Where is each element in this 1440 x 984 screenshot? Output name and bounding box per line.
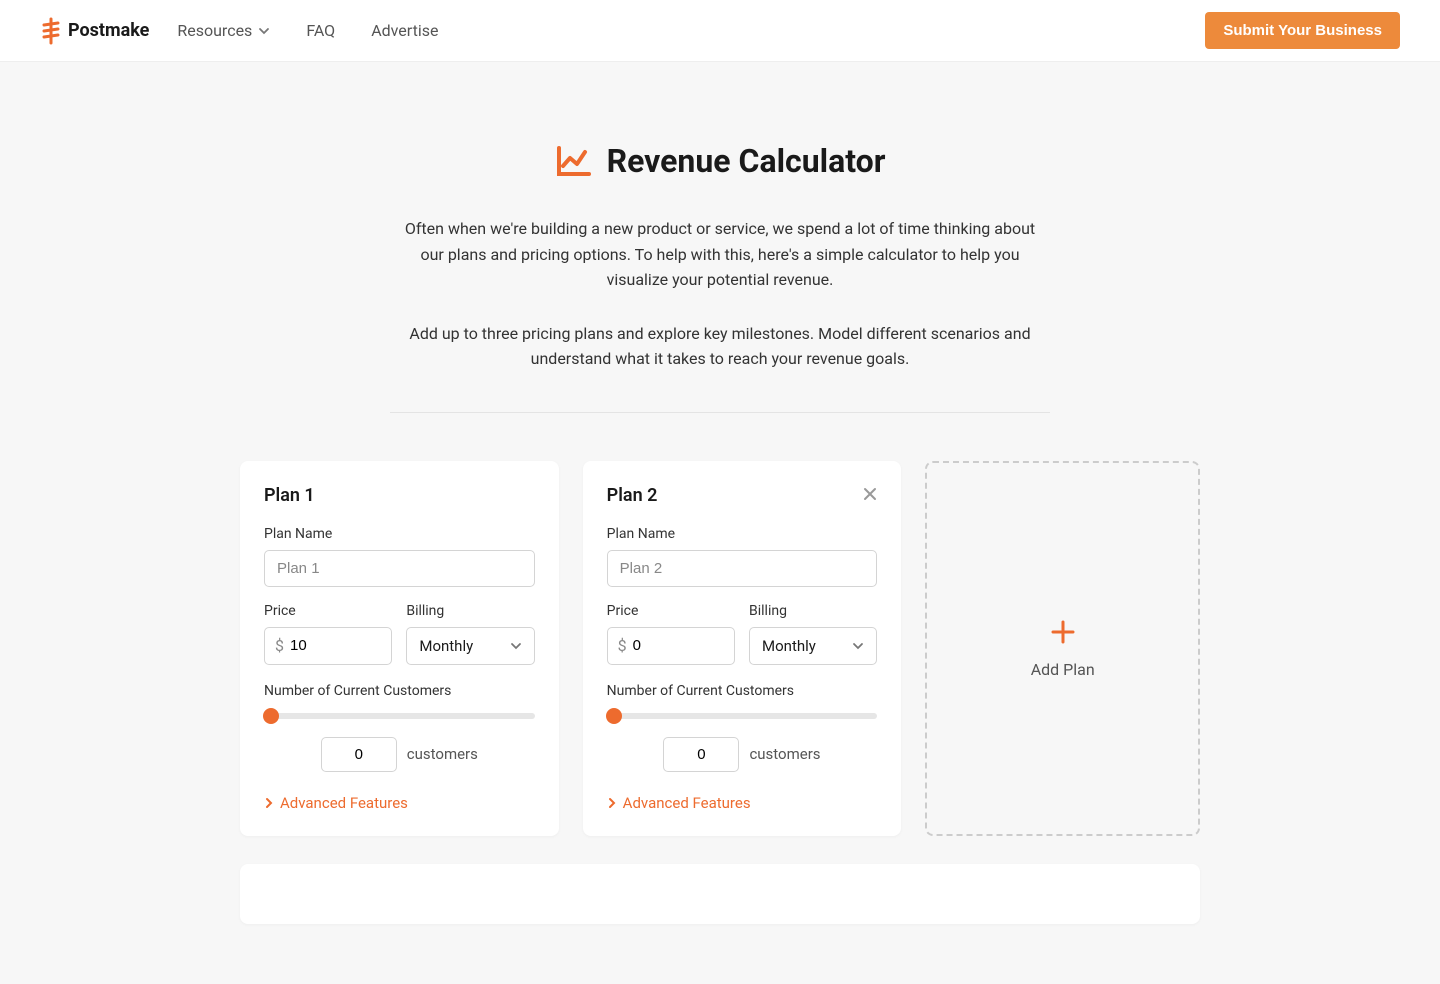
nav: Resources FAQ Advertise (177, 21, 438, 40)
currency-symbol: $ (275, 636, 284, 655)
nav-advertise[interactable]: Advertise (371, 21, 438, 40)
billing-label: Billing (749, 603, 877, 619)
customers-suffix: customers (749, 745, 820, 763)
billing-label: Billing (406, 603, 534, 619)
price-label: Price (264, 603, 392, 619)
plan-1-title: Plan 1 (264, 485, 315, 506)
main: Revenue Calculator Often when we're buil… (0, 62, 1440, 984)
chevron-right-icon (607, 797, 617, 809)
plan-name-label: Plan Name (607, 526, 878, 542)
logo-icon (40, 17, 62, 45)
plan-1-price-wrap: $ (264, 627, 392, 665)
nav-advertise-label: Advertise (371, 21, 438, 40)
page-desc-1: Often when we're building a new product … (400, 216, 1040, 293)
close-icon (863, 487, 877, 501)
nav-resources[interactable]: Resources (177, 21, 270, 40)
plan-2-billing-value: Monthly (762, 637, 816, 655)
plan-card-2: Plan 2 Plan Name Price $ (583, 461, 902, 836)
divider (390, 412, 1050, 413)
currency-symbol: $ (618, 636, 627, 655)
price-label: Price (607, 603, 735, 619)
submit-business-button[interactable]: Submit Your Business (1205, 12, 1400, 49)
chevron-down-icon (510, 640, 522, 652)
add-plan-label: Add Plan (1031, 660, 1095, 679)
plan-cards: Plan 1 Plan Name Price $ Billing (240, 461, 1200, 836)
logo-text: Postmake (68, 20, 149, 41)
nav-faq[interactable]: FAQ (306, 21, 335, 40)
plan-2-name-input[interactable] (607, 550, 878, 587)
summary-card (240, 864, 1200, 924)
plan-1-billing-select[interactable]: Monthly (406, 627, 534, 665)
slider-thumb[interactable] (606, 708, 622, 724)
plan-2-close-button[interactable] (863, 485, 877, 506)
plan-1-price-input[interactable] (290, 637, 381, 654)
add-plan-button[interactable]: Add Plan (925, 461, 1200, 836)
nav-resources-label: Resources (177, 21, 252, 40)
title-row: Revenue Calculator (240, 142, 1200, 180)
customers-suffix: customers (407, 745, 478, 763)
plan-1-billing-value: Monthly (419, 637, 473, 655)
chart-line-icon (555, 144, 591, 178)
plan-card-1: Plan 1 Plan Name Price $ Billing (240, 461, 559, 836)
nav-faq-label: FAQ (306, 21, 335, 40)
plan-1-advanced-link[interactable]: Advanced Features (264, 794, 535, 812)
plan-1-customers-slider[interactable] (264, 713, 535, 719)
plan-2-customers-slider[interactable] (607, 713, 878, 719)
customers-label: Number of Current Customers (607, 683, 878, 699)
plan-2-price-wrap: $ (607, 627, 735, 665)
chevron-down-icon (258, 25, 270, 37)
advanced-label: Advanced Features (623, 794, 751, 812)
plan-1-customers-input[interactable] (321, 737, 397, 772)
plan-2-title: Plan 2 (607, 485, 658, 506)
header: Postmake Resources FAQ Advertise Submit … (0, 0, 1440, 62)
plan-2-customers-input[interactable] (663, 737, 739, 772)
customers-label: Number of Current Customers (264, 683, 535, 699)
plan-1-name-input[interactable] (264, 550, 535, 587)
plus-icon (1049, 618, 1077, 646)
chevron-down-icon (852, 640, 864, 652)
chevron-right-icon (264, 797, 274, 809)
plan-2-price-input[interactable] (633, 637, 724, 654)
plan-2-billing-select[interactable]: Monthly (749, 627, 877, 665)
page-title: Revenue Calculator (607, 142, 886, 180)
slider-thumb[interactable] (263, 708, 279, 724)
logo[interactable]: Postmake (40, 17, 149, 45)
advanced-label: Advanced Features (280, 794, 408, 812)
page-desc-2: Add up to three pricing plans and explor… (400, 321, 1040, 372)
plan-2-advanced-link[interactable]: Advanced Features (607, 794, 878, 812)
plan-name-label: Plan Name (264, 526, 535, 542)
